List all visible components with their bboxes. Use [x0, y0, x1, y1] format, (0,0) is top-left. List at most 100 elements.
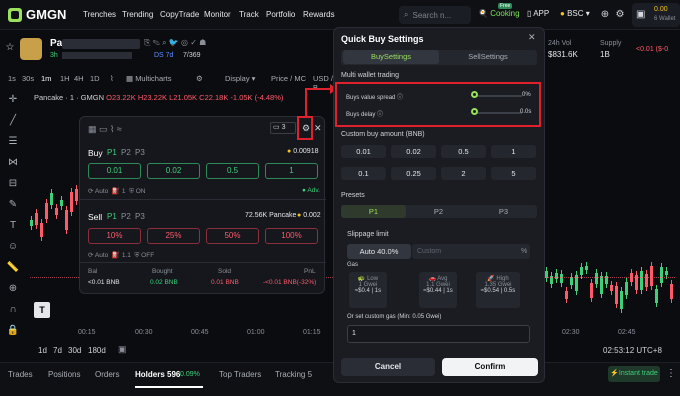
slippage-auto[interactable]: Auto 40.0% — [347, 244, 411, 259]
interval-1d[interactable]: 1D — [90, 74, 100, 83]
sell-percent-button[interactable]: 50% — [206, 228, 259, 244]
buy-amount-pill[interactable]: 5 — [491, 167, 536, 180]
nav-trending[interactable]: Trending — [122, 10, 153, 19]
cooking-button[interactable]: 🍳 Cooking Free — [478, 3, 520, 18]
delay-slider-knob[interactable] — [471, 108, 478, 115]
panel-toolbar-icons[interactable]: ▦ ▭ ⌇ ≈ — [88, 124, 122, 135]
calendar-icon[interactable]: ▣ — [118, 344, 127, 355]
crosshair-icon[interactable]: ✛ — [6, 94, 20, 108]
logo[interactable]: GMGN — [8, 7, 66, 22]
interval-4h[interactable]: 4H — [74, 74, 84, 83]
buy-amount-pill[interactable]: 1 — [491, 145, 536, 158]
settings-icon[interactable]: ⚙ — [196, 74, 203, 83]
custom-gas-input[interactable]: 1 — [347, 325, 530, 343]
text-icon[interactable]: T — [6, 220, 20, 234]
buy-amount-button[interactable]: 0.5 — [206, 163, 259, 179]
sell-preset-p3[interactable]: P3 — [135, 212, 145, 221]
nav-copytrade[interactable]: CopyTrade — [160, 10, 199, 19]
wallet-icon[interactable]: ⊕ — [598, 8, 612, 22]
gas-card-low[interactable]: 🐢 Low 1 Gwei ≈$0.4 | 1s — [349, 272, 387, 308]
tab-orders[interactable]: Orders — [95, 370, 119, 379]
candle-body — [610, 285, 613, 292]
confirm-button[interactable]: Confirm — [442, 358, 538, 376]
menu-icon[interactable]: ⋮ — [664, 367, 678, 381]
range-1d[interactable]: 1d — [38, 346, 47, 355]
tab-positions[interactable]: Positions — [48, 370, 80, 379]
tab-tracking[interactable]: Tracking 5 — [275, 370, 312, 379]
token-action-icons[interactable]: ⎘ ✎ ⌕ 🐦 ◎ ✓ ☗ — [144, 38, 206, 48]
range-180d[interactable]: 180d — [88, 346, 106, 355]
app-button[interactable]: ▯ APP — [527, 9, 549, 18]
gas-card-avg[interactable]: 🚗 Avg 1.1 Gwei ≈$0.44 | 1s — [419, 272, 457, 308]
nav-monitor[interactable]: Monitor — [204, 10, 231, 19]
nav-portfolio[interactable]: Portfolio — [266, 10, 295, 19]
preset-p3[interactable]: P3 — [471, 205, 536, 218]
hlines-icon[interactable]: ☰ — [6, 136, 20, 150]
search-input[interactable]: ⌕ Search n... — [399, 6, 471, 24]
fib-icon[interactable]: ⊟ — [6, 178, 20, 192]
nav-trenches[interactable]: Trenches — [83, 10, 116, 19]
sell-preset-p2[interactable]: P2 — [121, 212, 131, 221]
slippage-custom-input[interactable]: Custom % — [412, 244, 530, 259]
range-7d[interactable]: 7d — [53, 346, 62, 355]
sell-percent-button[interactable]: 25% — [147, 228, 200, 244]
spread-slider-knob[interactable] — [471, 91, 478, 98]
gear-icon[interactable]: ⚙ — [613, 8, 627, 22]
tab-buy-settings[interactable]: BuySettings — [343, 50, 439, 64]
lock-icon[interactable]: 🔒 — [6, 325, 20, 339]
trendline-icon[interactable]: ╱ — [6, 115, 20, 129]
buy-preset-p1[interactable]: P1 — [107, 148, 117, 157]
sell-percent-button[interactable]: 10% — [88, 228, 141, 244]
tab-holders[interactable]: Holders 596 — [135, 370, 180, 379]
interval-30s[interactable]: 30s — [22, 74, 34, 83]
close-icon[interactable]: ✕ — [528, 32, 536, 43]
pattern-icon[interactable]: ⋈ — [6, 157, 20, 171]
close-icon[interactable]: ✕ — [314, 123, 322, 134]
buy-amount-button[interactable]: 1 — [265, 163, 318, 179]
zoom-icon[interactable]: ⊕ — [6, 283, 20, 297]
buy-amount-pill[interactable]: 2 — [441, 167, 486, 180]
interval-1m[interactable]: 1m — [41, 74, 51, 83]
tab-sell-settings[interactable]: SellSettings — [440, 50, 536, 64]
buy-preset-p3[interactable]: P3 — [135, 148, 145, 157]
buy-amount-pill[interactable]: 0.02 — [391, 145, 436, 158]
ruler-icon[interactable]: 📏 — [6, 262, 20, 276]
advanced-toggle[interactable]: ● Adv. — [302, 187, 320, 194]
buy-amount-pill[interactable]: 0.01 — [341, 145, 386, 158]
sell-percent-button[interactable]: 100% — [265, 228, 318, 244]
preset-p1[interactable]: P1 — [341, 205, 406, 218]
star-icon[interactable]: ☆ — [3, 41, 17, 55]
chain-selector[interactable]: ● BSC ▾ — [560, 9, 590, 18]
instant-trade-button[interactable]: ⚡Instant trade — [608, 366, 660, 382]
buy-preset-p2[interactable]: P2 — [121, 148, 131, 157]
display-dropdown[interactable]: Display ▾ — [225, 74, 255, 83]
preset-p2[interactable]: P2 — [406, 205, 471, 218]
multicharts-button[interactable]: ▦ Multicharts — [126, 74, 171, 83]
range-30d[interactable]: 30d — [68, 346, 81, 355]
tab-top-traders[interactable]: Top Traders — [219, 370, 261, 379]
price-mc-toggle[interactable]: Price / MC — [271, 74, 306, 83]
interval-1h[interactable]: 1H — [60, 74, 70, 83]
nav-track[interactable]: Track — [239, 10, 259, 19]
wallet-count-select[interactable]: ▭ 3 — [270, 122, 296, 134]
nav-rewards[interactable]: Rewards — [303, 10, 335, 19]
buy-amount-button[interactable]: 0.02 — [147, 163, 200, 179]
tab-trades[interactable]: Trades — [8, 370, 33, 379]
buy-amount-button[interactable]: 0.01 — [88, 163, 141, 179]
buy-amount-pill[interactable]: 0.25 — [391, 167, 436, 180]
buy-amount-pill[interactable]: 0.5 — [441, 145, 486, 158]
sell-preset-p1[interactable]: P1 — [107, 212, 117, 221]
candle-body — [75, 188, 78, 202]
interval-1s[interactable]: 1s — [8, 74, 16, 83]
gas-card-high[interactable]: 🚀 High 1.35 Gwei ≈$0.54 | 0.5s — [476, 272, 520, 308]
emoji-icon[interactable]: ☺ — [6, 241, 20, 255]
brush-icon[interactable]: ✎ — [6, 199, 20, 213]
delay-slider[interactable] — [476, 112, 522, 114]
magnet-icon[interactable]: ∩ — [6, 304, 20, 318]
spread-slider[interactable] — [476, 95, 522, 97]
wallet-box[interactable]: ▣ 0.00 6 Wallet — [632, 3, 680, 27]
indicator-icon[interactable]: ⌇ — [110, 74, 114, 83]
ds-badge[interactable]: DS 7d — [154, 52, 173, 59]
buy-amount-pill[interactable]: 0.1 — [341, 167, 386, 180]
cancel-button[interactable]: Cancel — [341, 358, 435, 376]
